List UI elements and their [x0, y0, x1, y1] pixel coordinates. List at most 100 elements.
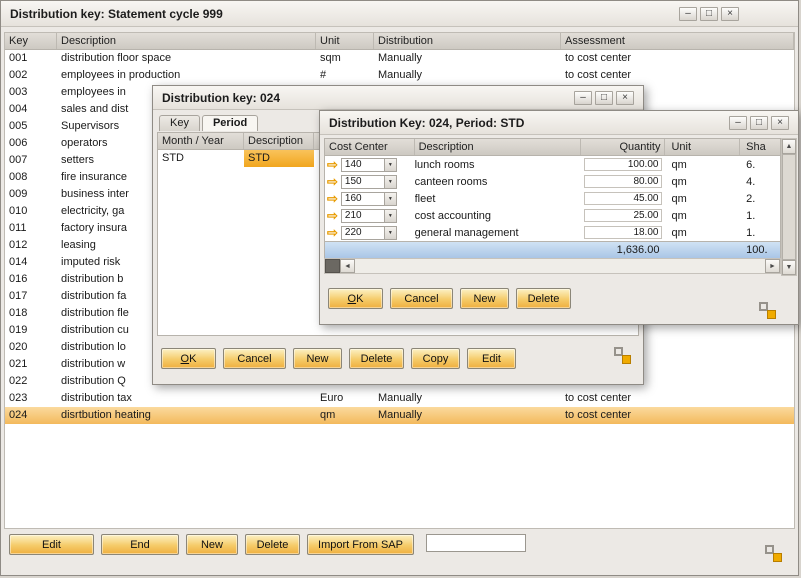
horizontal-scrollbar[interactable]: ◄ ► [324, 258, 781, 274]
link-arrow-icon[interactable]: ⇨ [327, 209, 338, 222]
column-header-description[interactable]: Description [244, 133, 314, 149]
quantity-field[interactable]: 18.00 [584, 226, 662, 239]
cost-center-dropdown[interactable]: 140▼ [341, 158, 397, 172]
new-button[interactable]: New [186, 534, 238, 555]
close-icon[interactable]: × [771, 116, 789, 130]
quantity-cell: 25.00 [581, 209, 666, 222]
edit-button[interactable]: Edit [9, 534, 94, 555]
grid-row[interactable]: ⇨160▼fleet45.00qm2. [325, 190, 780, 207]
maximize-icon[interactable]: □ [595, 91, 613, 105]
scroll-down-icon[interactable]: ▼ [782, 260, 796, 275]
cost-center-grid: Cost Center Description Quantity Unit Sh… [324, 138, 781, 260]
quantity-field[interactable]: 45.00 [584, 192, 662, 205]
column-header-cost-center[interactable]: Cost Center [325, 139, 415, 155]
minimize-icon[interactable]: – [574, 91, 592, 105]
copy-button[interactable]: Copy [411, 348, 460, 369]
unit-cell[interactable]: qm [665, 174, 740, 190]
grid-row[interactable]: ⇨220▼general management18.00qm1. [325, 224, 780, 241]
column-split-handle[interactable] [325, 259, 340, 273]
form-settings-icon[interactable] [759, 302, 776, 319]
column-header-month-year[interactable]: Month / Year [158, 133, 244, 149]
cancel-button[interactable]: Cancel [223, 348, 286, 369]
scroll-right-icon[interactable]: ► [765, 259, 780, 273]
column-header-quantity[interactable]: Quantity [581, 139, 666, 155]
unit-cell[interactable]: qm [665, 157, 740, 173]
description-cell[interactable]: general management [415, 225, 581, 241]
grid-row[interactable]: ⇨210▼cost accounting25.00qm1. [325, 207, 780, 224]
quantity-field[interactable]: 80.00 [584, 175, 662, 188]
period-dialog-titlebar[interactable]: Distribution Key: 024, Period: STD – □ × [320, 111, 798, 135]
edit-button[interactable]: Edit [467, 348, 516, 369]
column-header-distribution[interactable]: Distribution [374, 33, 561, 49]
total-share: 100. [740, 242, 780, 259]
scroll-left-icon[interactable]: ◄ [340, 259, 355, 273]
link-arrow-icon[interactable]: ⇨ [327, 226, 338, 239]
vertical-scroll-thumb[interactable] [782, 154, 796, 260]
column-header-share[interactable]: Sha [740, 139, 780, 155]
tab-period[interactable]: Period [202, 115, 258, 131]
cost-center-dropdown[interactable]: 150▼ [341, 175, 397, 189]
grid-row[interactable]: ⇨150▼canteen rooms80.00qm4. [325, 173, 780, 190]
description-cell[interactable]: cost accounting [415, 208, 581, 224]
dropdown-chevron-icon[interactable]: ▼ [384, 176, 396, 188]
key-dialog-titlebar[interactable]: Distribution key: 024 – □ × [153, 86, 643, 110]
cost-center-dropdown[interactable]: 220▼ [341, 226, 397, 240]
command-input[interactable] [426, 534, 526, 552]
column-header-assessment[interactable]: Assessment [561, 33, 794, 49]
table-row[interactable]: 023distribution taxEuroManuallyto cost c… [5, 390, 794, 407]
end-button[interactable]: End [101, 534, 179, 555]
dropdown-chevron-icon[interactable]: ▼ [384, 159, 396, 171]
column-header-key[interactable]: Key [5, 33, 57, 49]
cost-center-dropdown[interactable]: 160▼ [341, 192, 397, 206]
dropdown-chevron-icon[interactable]: ▼ [384, 210, 396, 222]
column-header-description[interactable]: Description [57, 33, 316, 49]
form-settings-icon[interactable] [614, 347, 631, 364]
minimize-icon[interactable]: – [729, 116, 747, 130]
tab-key[interactable]: Key [159, 115, 200, 131]
cancel-button[interactable]: Cancel [390, 288, 453, 309]
delete-button[interactable]: Delete [516, 288, 571, 309]
unit-cell[interactable]: qm [665, 225, 740, 241]
vertical-scroll-track[interactable] [782, 154, 796, 260]
ok-button[interactable]: OK [328, 288, 383, 309]
new-button[interactable]: New [460, 288, 509, 309]
grid-row[interactable]: ⇨140▼lunch rooms100.00qm6. [325, 156, 780, 173]
statement-table-header: Key Description Unit Distribution Assess… [5, 33, 794, 50]
form-settings-icon[interactable] [765, 545, 782, 562]
column-header-description[interactable]: Description [415, 139, 581, 155]
cost-center-dropdown[interactable]: 210▼ [341, 209, 397, 223]
link-arrow-icon[interactable]: ⇨ [327, 158, 338, 171]
main-titlebar[interactable]: Distribution key: Statement cycle 999 – … [1, 1, 798, 27]
dropdown-chevron-icon[interactable]: ▼ [384, 227, 396, 239]
dropdown-chevron-icon[interactable]: ▼ [384, 193, 396, 205]
delete-button[interactable]: Delete [349, 348, 404, 369]
description-cell[interactable]: fleet [415, 191, 581, 207]
link-arrow-icon[interactable]: ⇨ [327, 192, 338, 205]
minimize-icon[interactable]: – [679, 7, 697, 21]
quantity-field[interactable]: 100.00 [584, 158, 662, 171]
scroll-up-icon[interactable]: ▲ [782, 139, 796, 154]
vertical-scrollbar[interactable]: ▲ ▼ [781, 138, 797, 276]
maximize-icon[interactable]: □ [750, 116, 768, 130]
horizontal-scroll-track[interactable] [355, 259, 765, 273]
close-icon[interactable]: × [721, 7, 739, 21]
column-header-unit[interactable]: Unit [316, 33, 374, 49]
row-key-cell: 018 [5, 305, 57, 322]
delete-button[interactable]: Delete [245, 534, 300, 555]
description-cell[interactable]: canteen rooms [415, 174, 581, 190]
maximize-icon[interactable]: □ [700, 7, 718, 21]
column-header-unit[interactable]: Unit [665, 139, 740, 155]
link-arrow-icon[interactable]: ⇨ [327, 175, 338, 188]
table-row[interactable]: 024disrtbution heatingqmManuallyto cost … [5, 407, 794, 424]
table-row[interactable]: 002employees in production#Manuallyto co… [5, 67, 794, 84]
table-row[interactable]: 001distribution floor spacesqmManuallyto… [5, 50, 794, 67]
unit-cell[interactable]: qm [665, 191, 740, 207]
ok-button[interactable]: OK [161, 348, 216, 369]
close-icon[interactable]: × [616, 91, 634, 105]
new-button[interactable]: New [293, 348, 342, 369]
unit-cell[interactable]: qm [665, 208, 740, 224]
description-cell[interactable]: lunch rooms [415, 157, 581, 173]
quantity-field[interactable]: 25.00 [584, 209, 662, 222]
import-from-sap-button[interactable]: Import From SAP [307, 534, 414, 555]
row-assess-cell: to cost center [561, 50, 794, 67]
